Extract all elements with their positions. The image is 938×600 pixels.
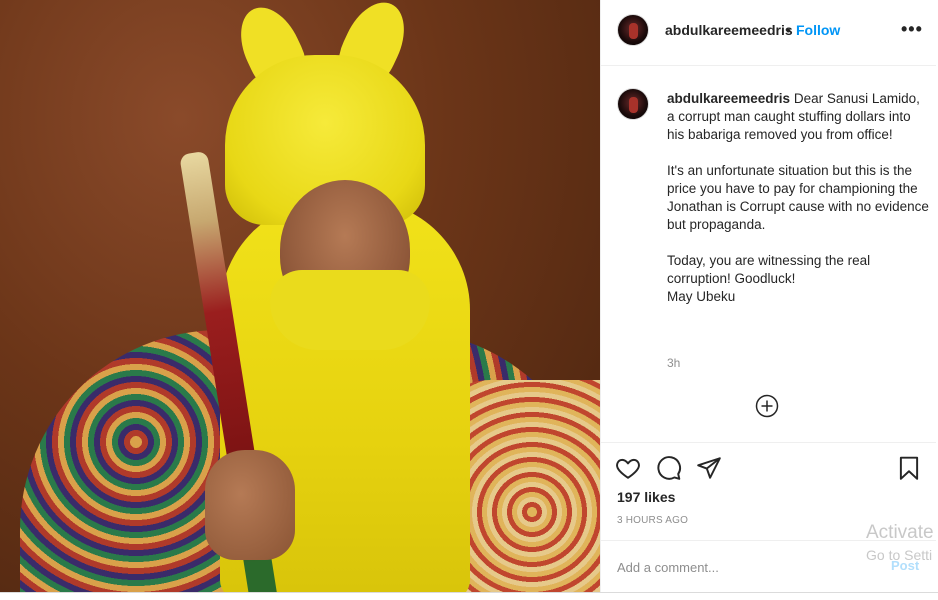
comment-input[interactable] <box>617 557 857 577</box>
more-options-icon[interactable]: ••• <box>901 20 923 38</box>
caption-section: abdulkareemeedris Dear Sanusi Lamido, a … <box>601 66 936 442</box>
header-username[interactable]: abdulkareemeedris <box>665 22 793 38</box>
caption-text: abdulkareemeedris Dear Sanusi Lamido, a … <box>667 90 929 306</box>
caption-timestamp[interactable]: 3h <box>667 356 680 370</box>
post-header: abdulkareemeedris • Follow ••• <box>601 0 936 66</box>
likes-count[interactable]: 197 likes <box>617 489 675 505</box>
activate-windows-watermark: Activate <box>866 522 934 543</box>
post-side-panel: abdulkareemeedris • Follow ••• abdulkare… <box>600 0 936 592</box>
avatar[interactable] <box>617 14 649 46</box>
veil-chin-shape <box>270 270 430 350</box>
comment-icon[interactable] <box>656 455 682 481</box>
caption-username[interactable]: abdulkareemeedris <box>667 91 790 106</box>
bookmark-icon[interactable] <box>896 455 922 481</box>
post-image[interactable] <box>0 0 600 592</box>
paper-plane-icon[interactable] <box>696 455 722 481</box>
post-modal: abdulkareemeedris • Follow ••• abdulkare… <box>0 0 938 600</box>
caption-body: Dear Sanusi Lamido, a corrupt man caught… <box>667 91 929 304</box>
bottom-divider <box>0 592 938 600</box>
hand-shape <box>205 450 295 560</box>
caption-avatar[interactable] <box>617 88 649 120</box>
post-timestamp[interactable]: 3 HOURS AGO <box>617 515 688 526</box>
plus-circle-icon[interactable] <box>755 394 779 418</box>
follow-button[interactable]: Follow <box>796 22 840 38</box>
heart-icon[interactable] <box>615 455 641 481</box>
activate-windows-watermark-sub: Go to Setti <box>866 547 933 563</box>
header-separator: • <box>786 22 791 38</box>
